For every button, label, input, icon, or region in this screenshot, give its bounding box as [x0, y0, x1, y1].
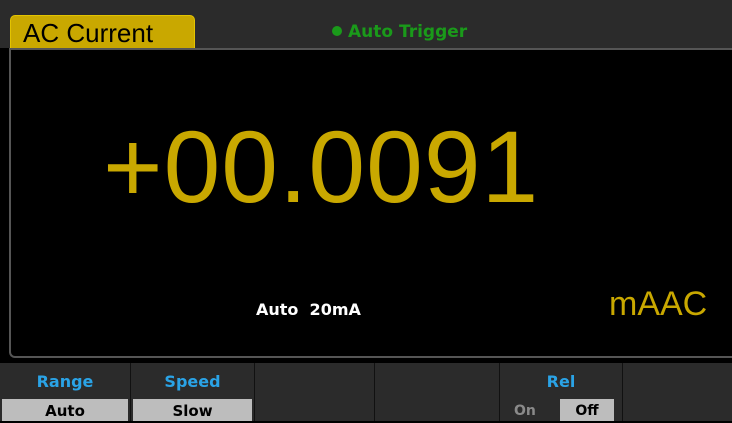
softkey-rel[interactable]: Rel On Off: [500, 363, 623, 421]
trigger-indicator-icon: [332, 26, 342, 36]
softkey-6[interactable]: [623, 363, 732, 421]
rel-option-off[interactable]: Off: [560, 399, 614, 421]
unit-label: mAAC: [609, 285, 708, 323]
main-display: +00.0091 Auto 20mA mAAC: [9, 48, 732, 358]
softkey-4[interactable]: [375, 363, 500, 421]
trigger-status: Auto Trigger: [332, 22, 467, 42]
softkey-value: Auto: [2, 399, 128, 421]
rel-option-on[interactable]: On: [514, 399, 536, 421]
softkey-bar: Range Auto Speed Slow Rel On Off: [0, 363, 732, 421]
softkey-title: Speed: [164, 372, 221, 391]
softkey-title: Rel: [546, 372, 576, 391]
mode-tab[interactable]: AC Current: [10, 15, 195, 49]
softkey-title: Range: [36, 372, 94, 391]
rel-toggle[interactable]: On Off: [500, 399, 622, 421]
trigger-status-label: Auto Trigger: [348, 22, 468, 42]
softkey-range[interactable]: Range Auto: [0, 363, 131, 421]
softkey-3[interactable]: [255, 363, 375, 421]
softkey-speed[interactable]: Speed Slow: [131, 363, 255, 421]
measurement-reading: +00.0091: [103, 110, 540, 224]
header-bar: AC Current Auto Trigger: [0, 0, 732, 49]
range-label: Auto 20mA: [256, 300, 361, 319]
softkey-value: Slow: [133, 399, 252, 421]
